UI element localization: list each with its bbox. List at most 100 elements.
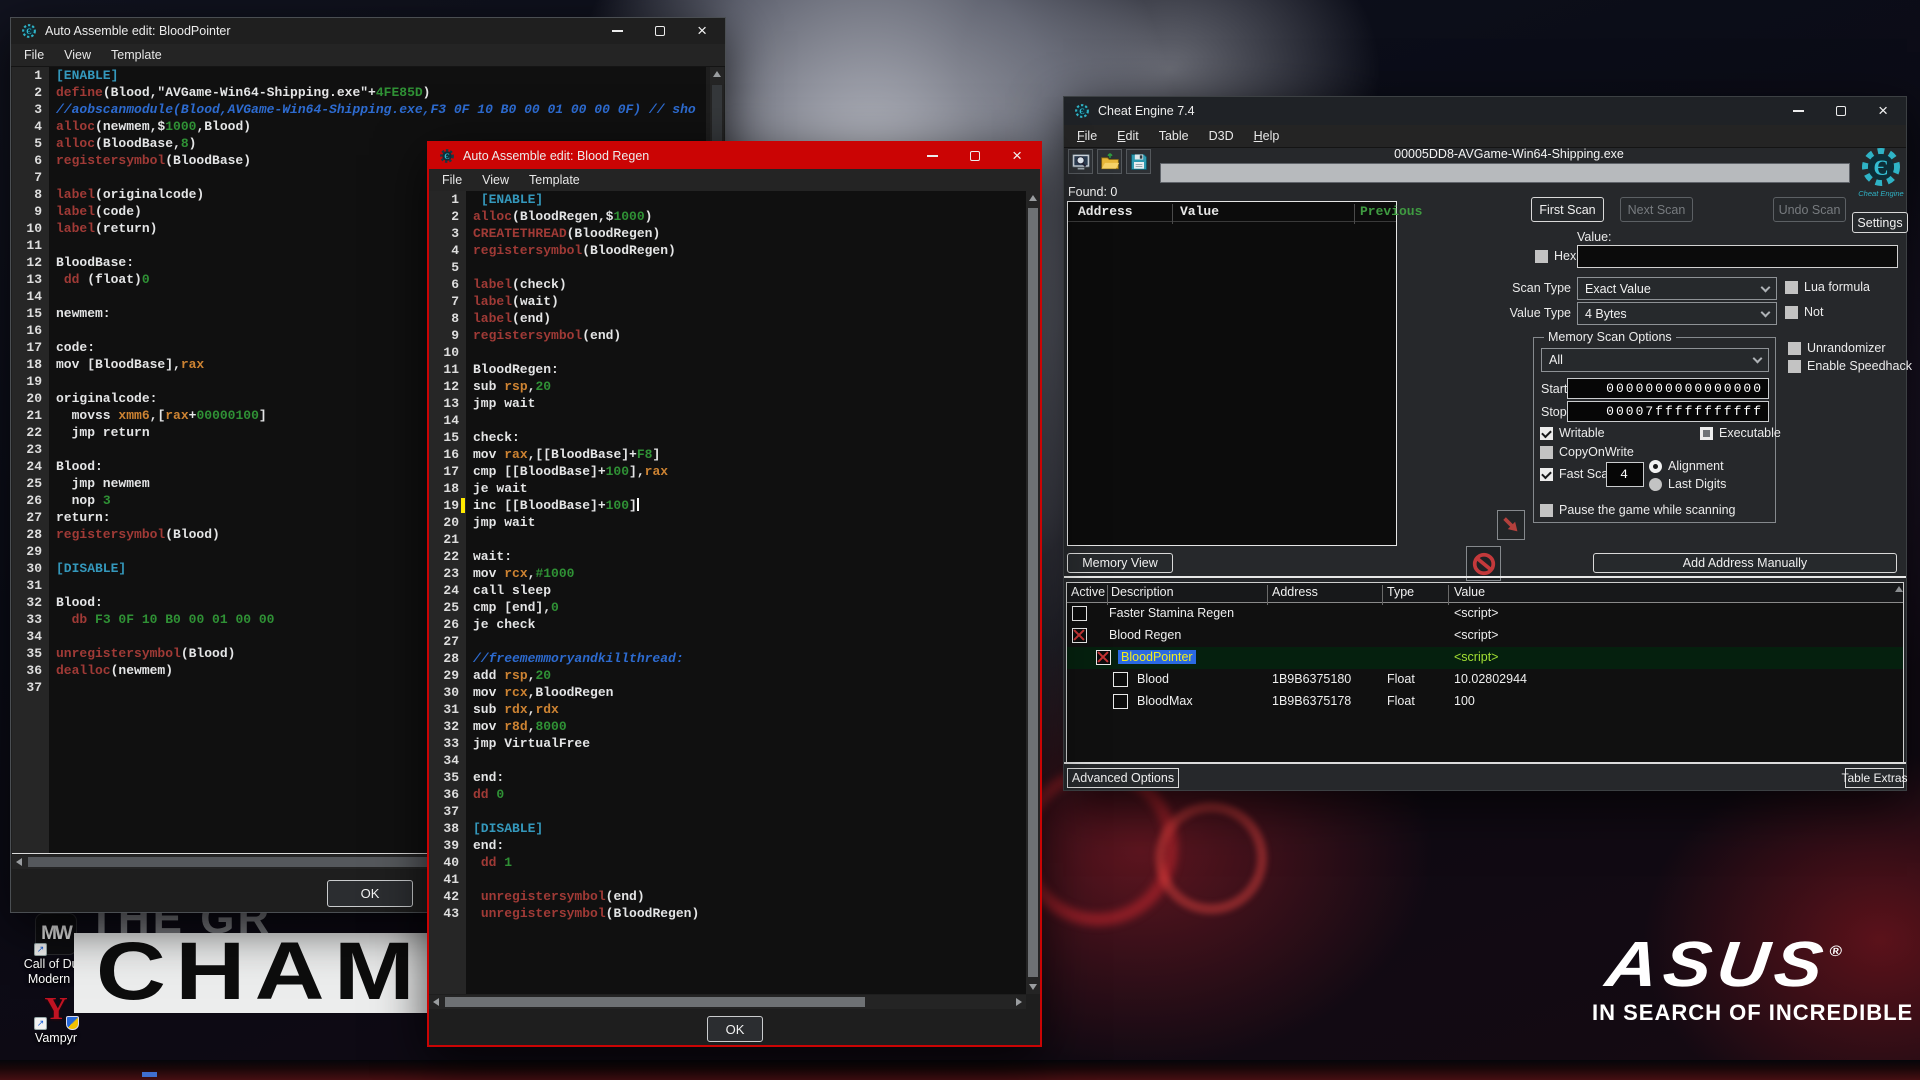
menu-template[interactable]: Template [520, 171, 589, 189]
scroll-up-icon[interactable] [1029, 195, 1037, 201]
select-process-button[interactable] [1068, 149, 1093, 174]
menu-help[interactable]: Help [1245, 127, 1289, 145]
scrollbar-thumb[interactable] [28, 857, 428, 867]
undo-scan-button[interactable]: Undo Scan [1773, 197, 1846, 222]
scan-type-dropdown[interactable]: Exact Value [1577, 277, 1777, 300]
active-checkbox[interactable] [1113, 694, 1128, 709]
svg-text:Є: Є [444, 152, 449, 161]
alignment-radio-row[interactable]: Alignment [1649, 459, 1724, 473]
fast-scan-checkbox-row[interactable]: Fast Scan [1540, 467, 1615, 481]
titlebar[interactable]: Є Cheat Engine 7.4 × [1064, 97, 1906, 125]
lua-formula-checkbox-row[interactable]: Lua formula [1785, 280, 1870, 294]
stop-address-input[interactable]: 00007fffffffffff [1567, 401, 1769, 422]
not-checkbox-row[interactable]: Not [1785, 305, 1823, 319]
menu-d3d[interactable]: D3D [1200, 127, 1243, 145]
last-digits-radio-row[interactable]: Last Digits [1649, 477, 1726, 491]
value-type-dropdown[interactable]: 4 Bytes [1577, 302, 1777, 325]
unrandomizer-checkbox-row[interactable]: Unrandomizer [1788, 341, 1886, 355]
last-digits-radio[interactable] [1649, 477, 1662, 491]
pause-checkbox[interactable] [1540, 503, 1553, 517]
ok-button[interactable]: OK [327, 880, 413, 907]
code-line-30: 30 mov rcx,BloodRegen [429, 684, 1026, 701]
enable-speedhack-checkbox-row[interactable]: Enable Speedhack [1788, 359, 1912, 373]
minimize-button[interactable] [612, 30, 624, 32]
horizontal-scrollbar[interactable] [429, 995, 1026, 1009]
maximize-button[interactable] [970, 151, 981, 161]
close-button[interactable]: × [697, 22, 707, 39]
writable-checkbox-row[interactable]: Writable [1540, 426, 1605, 440]
fast-scan-alignment-input[interactable]: 4 [1606, 462, 1644, 487]
hex-checkbox[interactable] [1535, 249, 1548, 263]
next-scan-button[interactable]: Next Scan [1620, 197, 1693, 222]
unrandomizer-checkbox[interactable] [1788, 341, 1801, 355]
not-checkbox[interactable] [1785, 305, 1798, 319]
address-list-table[interactable]: Active Description Address Type Value Fa… [1066, 582, 1904, 763]
scroll-right-icon[interactable] [1016, 998, 1022, 1006]
code-line-43: 43 unregistersymbol(BloodRegen) [429, 905, 1026, 922]
minimize-button[interactable] [927, 155, 939, 157]
speedhack-checkbox[interactable] [1788, 359, 1801, 373]
address-table-row-5[interactable]: BloodMax 1B9B6375178 Float 100 [1067, 691, 1903, 713]
settings-button[interactable]: Settings [1852, 212, 1908, 233]
pointer-tool-button[interactable] [1497, 510, 1525, 540]
writable-checkbox[interactable] [1540, 426, 1553, 440]
found-results-list[interactable]: Address Value Previous [1067, 201, 1422, 546]
fast-scan-checkbox[interactable] [1540, 467, 1553, 481]
hex-checkbox-row[interactable]: Hex [1535, 249, 1576, 263]
save-table-button[interactable] [1126, 149, 1151, 174]
alignment-radio[interactable] [1649, 459, 1662, 473]
scan-region-dropdown[interactable]: All [1541, 348, 1769, 372]
address-table-row-2[interactable]: Blood Regen <script> [1067, 625, 1903, 647]
pause-while-scanning-checkbox-row[interactable]: Pause the game while scanning [1540, 503, 1736, 517]
scrollbar-thumb[interactable] [1028, 208, 1038, 977]
menu-edit[interactable]: Edit [1108, 127, 1148, 145]
memory-view-button[interactable]: Memory View [1067, 553, 1173, 573]
lua-formula-checkbox[interactable] [1785, 280, 1798, 294]
maximize-button[interactable] [655, 26, 666, 36]
menu-file[interactable]: File [15, 46, 53, 64]
close-button[interactable]: × [1878, 102, 1888, 119]
menu-view[interactable]: View [473, 171, 518, 189]
copyonwrite-checkbox-row[interactable]: CopyOnWrite [1540, 445, 1634, 459]
code-editor[interactable]: 1 [ENABLE] 2 alloc(BloodRegen,$1000) 3 CREAT… [429, 191, 1026, 994]
value-input[interactable] [1577, 245, 1898, 268]
wallpaper-red-ring-small [1155, 802, 1267, 914]
active-checkbox[interactable] [1113, 672, 1128, 687]
copyonwrite-checkbox[interactable] [1540, 445, 1553, 459]
line-number: 1 [429, 191, 466, 208]
scroll-down-icon[interactable] [1029, 984, 1037, 990]
first-scan-button[interactable]: First Scan [1531, 197, 1604, 222]
executable-checkbox[interactable] [1700, 426, 1713, 440]
executable-checkbox-row[interactable]: Executable [1700, 426, 1781, 440]
cheat-engine-logo[interactable]: Є Cheat Engine [1855, 145, 1907, 198]
table-scroll-up-icon[interactable] [1895, 586, 1903, 592]
ok-button[interactable]: OK [707, 1016, 763, 1042]
active-checkbox-crossed[interactable] [1072, 628, 1087, 643]
close-button[interactable]: × [1012, 147, 1022, 164]
table-extras-button[interactable]: Table Extras [1841, 768, 1908, 788]
address-table-row-3[interactable]: BloodPointer <script> [1067, 647, 1903, 669]
vertical-scrollbar[interactable] [1026, 191, 1040, 994]
scroll-left-icon[interactable] [433, 998, 439, 1006]
advanced-options-button[interactable]: Advanced Options [1067, 768, 1179, 788]
address-table-row-4[interactable]: Blood 1B9B6375180 Float 10.02802944 [1067, 669, 1903, 691]
maximize-button[interactable] [1836, 106, 1847, 116]
start-address-input[interactable]: 0000000000000000 [1567, 378, 1769, 399]
minimize-button[interactable] [1793, 110, 1805, 112]
address-table-row-1[interactable]: Faster Stamina Regen <script> [1067, 603, 1903, 625]
open-table-button[interactable] [1097, 149, 1122, 174]
titlebar[interactable]: Є Auto Assemble edit: Blood Regen × [429, 143, 1040, 169]
line-number: 34 [429, 752, 466, 769]
active-checkbox-crossed[interactable] [1096, 650, 1111, 665]
scroll-left-icon[interactable] [16, 858, 22, 866]
menu-table[interactable]: Table [1150, 127, 1198, 145]
menu-file[interactable]: File [433, 171, 471, 189]
menu-view[interactable]: View [55, 46, 100, 64]
titlebar[interactable]: Є Auto Assemble edit: BloodPointer × [11, 18, 725, 44]
add-address-manually-button[interactable]: Add Address Manually [1593, 553, 1897, 573]
scrollbar-thumb[interactable] [445, 997, 865, 1007]
menu-file[interactable]: File [1068, 127, 1106, 145]
menu-template[interactable]: Template [102, 46, 171, 64]
active-checkbox[interactable] [1072, 606, 1087, 621]
scroll-up-icon[interactable] [713, 71, 721, 77]
